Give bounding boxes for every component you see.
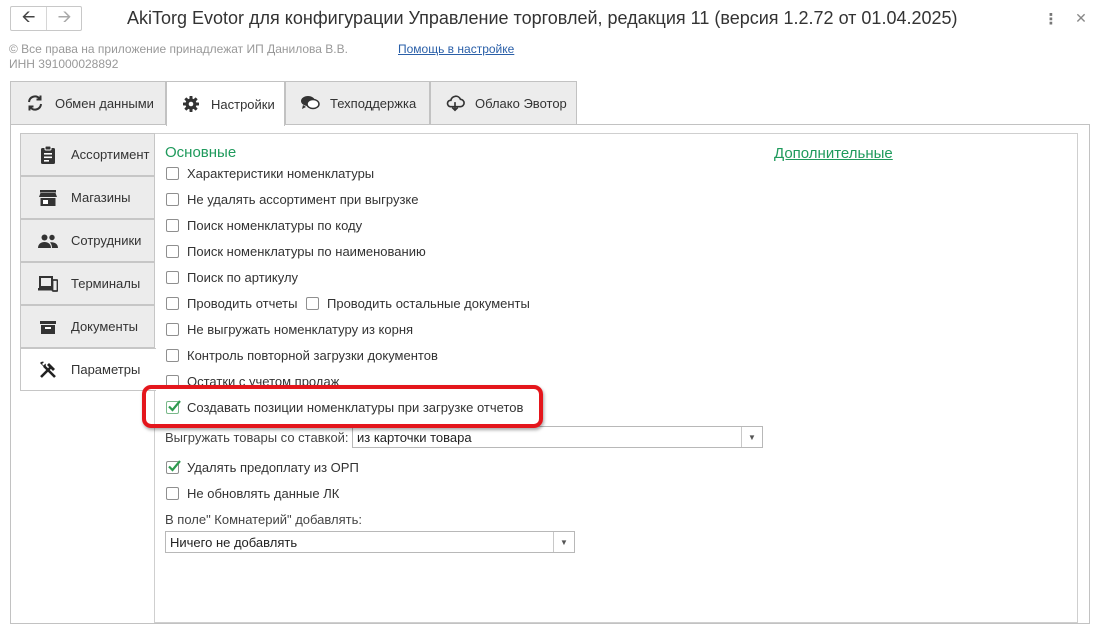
sidetab-parameters[interactable]: Параметры xyxy=(20,348,156,391)
tab-data-exchange[interactable]: Обмен данными xyxy=(10,81,166,125)
sidetab-label: Магазины xyxy=(71,190,131,205)
checkbox-item-delete-prepayment[interactable]: Удалять предоплату из ОРП xyxy=(166,458,359,476)
checkbox-label: Характеристики номенклатуры xyxy=(187,165,375,181)
checkbox[interactable] xyxy=(166,296,179,310)
arrow-right-icon: 🡪 xyxy=(57,7,72,26)
checkbox-item-post-reports[interactable]: Проводить отчеты xyxy=(166,294,297,312)
tab-label: Настройки xyxy=(211,96,275,112)
sidetab-label: Параметры xyxy=(71,362,141,377)
tab-label: Облако Эвотор xyxy=(475,95,567,111)
checkbox-label: Поиск номенклатуры по коду xyxy=(187,217,363,233)
more-vertical-icon[interactable]: ⋮ xyxy=(1044,9,1059,29)
help-link[interactable]: Помощь в настройке xyxy=(398,42,514,56)
vat-rate-select[interactable]: из карточки товара ▼ xyxy=(352,426,763,448)
arrow-left-icon: 🡨 xyxy=(21,7,36,26)
gear-icon xyxy=(181,94,201,114)
inn-text: ИНН 391000028892 xyxy=(9,57,119,71)
checkbox-label: Поиск номенклатуры по наименованию xyxy=(187,243,426,259)
checkbox-label: Не выгружать номенклатуру из корня xyxy=(187,321,414,337)
checkbox-item-no-update-lk[interactable]: Не обновлять данные ЛК xyxy=(166,484,339,502)
section-main-heading: Основные xyxy=(165,144,237,161)
section-extra-link[interactable]: Дополнительные xyxy=(774,145,893,162)
clipboard-icon xyxy=(38,145,58,165)
checkbox-item-reload-control[interactable]: Контроль повторной загрузки документов xyxy=(166,346,438,364)
vat-rate-value: из карточки товара xyxy=(357,429,472,445)
sync-icon xyxy=(25,93,45,113)
checkbox-label: Проводить остальные документы xyxy=(327,295,530,311)
tab-label: Обмен данными xyxy=(55,95,154,111)
checkbox-label: Удалять предоплату из ОРП xyxy=(187,459,359,475)
checkbox[interactable] xyxy=(166,244,179,258)
chevron-down-icon[interactable]: ▼ xyxy=(741,427,762,447)
checkbox[interactable] xyxy=(166,399,181,414)
tools-icon xyxy=(38,360,58,380)
checkmark-icon xyxy=(168,399,181,412)
sidetab-label: Ассортимент xyxy=(71,147,150,162)
checkbox-item-keep-assortment[interactable]: Не удалять ассортимент при выгрузке xyxy=(166,190,419,208)
checkbox[interactable] xyxy=(166,192,179,206)
checkmark-icon xyxy=(168,459,181,472)
chat-icon xyxy=(300,93,320,113)
checkbox-item-skip-root[interactable]: Не выгружать номенклатуру из корня xyxy=(166,320,413,338)
chevron-down-icon[interactable]: ▼ xyxy=(553,532,574,552)
tab-evotor-cloud[interactable]: Облако Эвотор xyxy=(430,81,577,125)
sidetab-terminals[interactable]: Терминалы xyxy=(20,262,155,305)
checkbox-label: Проводить отчеты xyxy=(187,295,298,311)
sidetab-assortment[interactable]: Ассортимент xyxy=(20,133,155,176)
devices-icon xyxy=(38,274,58,294)
sidetab-stores[interactable]: Магазины xyxy=(20,176,155,219)
checkbox[interactable] xyxy=(306,296,319,310)
checkbox-item-characteristics[interactable]: Характеристики номенклатуры xyxy=(166,164,374,182)
checkbox[interactable] xyxy=(166,270,179,284)
people-icon xyxy=(38,231,58,251)
box-icon xyxy=(38,317,58,337)
comment-value: Ничего не добавлять xyxy=(170,534,298,550)
checkbox[interactable] xyxy=(166,486,179,500)
navigation-buttons: 🡨 🡪 xyxy=(10,6,82,31)
checkbox[interactable] xyxy=(166,322,179,336)
close-icon[interactable]: ✕ xyxy=(1072,8,1090,28)
back-button[interactable]: 🡨 xyxy=(11,7,47,30)
vat-rate-label: Выгружать товары со ставкой: xyxy=(165,430,349,445)
sidetab-documents[interactable]: Документы xyxy=(20,305,155,348)
checkbox-label: Не удалять ассортимент при выгрузке xyxy=(187,191,419,207)
tab-label: Техподдержка xyxy=(330,95,417,111)
comment-field-label: В поле" Комнатерий" добавлять: xyxy=(165,512,362,527)
store-icon xyxy=(38,188,58,208)
checkbox-label: Не обновлять данные ЛК xyxy=(187,485,340,501)
checkbox-item-search-by-article[interactable]: Поиск по артикулу xyxy=(166,268,298,286)
sidetab-employees[interactable]: Сотрудники xyxy=(20,219,155,262)
checkbox-label: Поиск по артикулу xyxy=(187,269,299,285)
checkbox[interactable] xyxy=(166,166,179,180)
checkbox[interactable] xyxy=(166,348,179,362)
sidetab-label: Документы xyxy=(71,319,139,334)
forward-button[interactable]: 🡪 xyxy=(47,7,82,30)
checkbox-label: Создавать позиции номенклатуры при загру… xyxy=(187,399,524,415)
sidetab-label: Терминалы xyxy=(71,276,141,291)
window-title: AkiTorg Evotor для конфигурации Управлен… xyxy=(127,8,958,28)
checkbox[interactable] xyxy=(166,459,181,474)
cloud-icon xyxy=(445,93,465,113)
tab-settings[interactable]: Настройки xyxy=(166,81,285,126)
copyright-text: © Все права на приложение принадлежат ИП… xyxy=(9,42,348,56)
sidetab-label: Сотрудники xyxy=(71,233,142,248)
checkbox-item-search-by-name[interactable]: Поиск номенклатуры по наименованию xyxy=(166,242,426,260)
checkbox[interactable] xyxy=(166,218,179,232)
checkbox-label: Контроль повторной загрузки документов xyxy=(187,347,438,363)
checkbox-item-search-by-code[interactable]: Поиск номенклатуры по коду xyxy=(166,216,362,234)
tab-support[interactable]: Техподдержка xyxy=(285,81,430,125)
checkbox-item-post-other-documents[interactable]: Проводить остальные документы xyxy=(306,294,530,312)
comment-select[interactable]: Ничего не добавлять ▼ xyxy=(165,531,575,553)
checkbox-item-create-items-on-load[interactable]: Создавать позиции номенклатуры при загру… xyxy=(166,398,523,416)
